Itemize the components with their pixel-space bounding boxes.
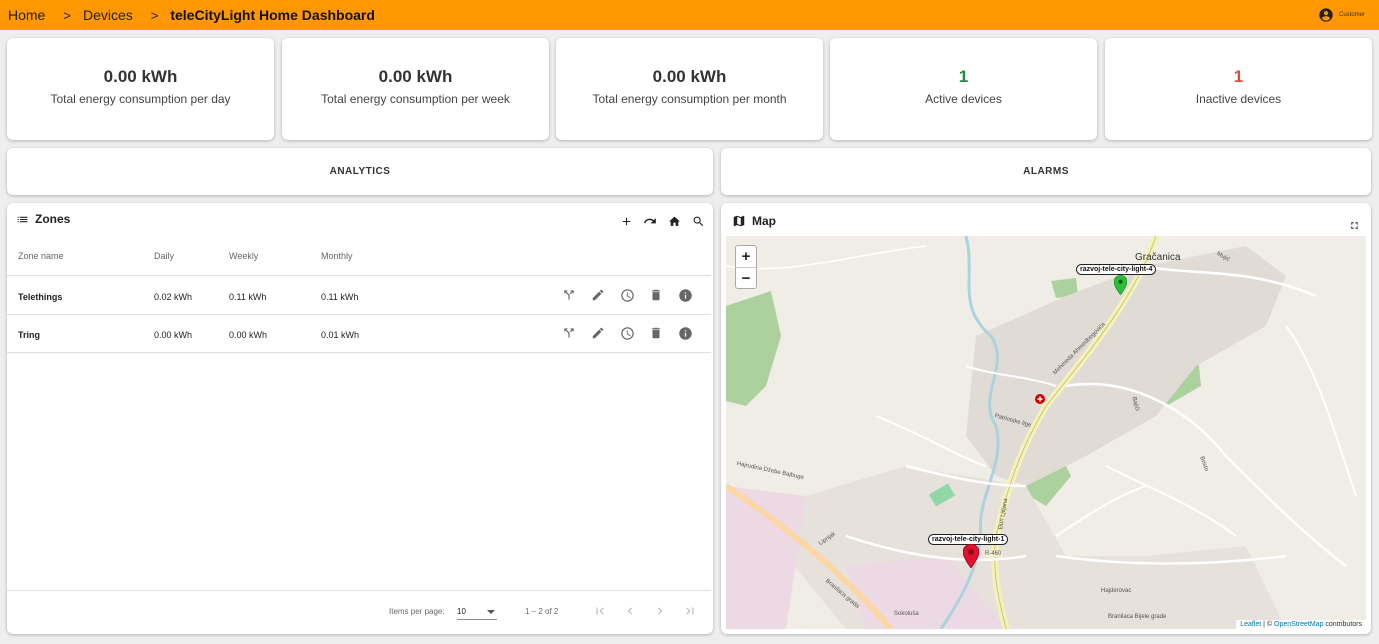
home-icon[interactable] bbox=[667, 214, 681, 228]
map-town-label: Gračanica bbox=[1135, 252, 1181, 263]
page-range: 1 – 2 of 2 bbox=[525, 607, 559, 616]
delete-icon[interactable] bbox=[648, 287, 664, 303]
zone-name: Tring bbox=[18, 330, 40, 340]
column-monthly[interactable]: Monthly bbox=[321, 251, 353, 261]
paginator: Items per page: 10 1 – 2 of 2 bbox=[7, 590, 711, 634]
delete-icon[interactable] bbox=[648, 325, 664, 341]
breadcrumb-separator: > bbox=[150, 7, 159, 23]
zone-daily: 0.02 kWh bbox=[154, 292, 193, 302]
page-title: teleCityLight Home Dashboard bbox=[170, 7, 375, 23]
map-canvas[interactable]: Gračanica R-460 Mehmeda Ahmedbegovića Ha… bbox=[726, 236, 1366, 629]
stat-card-energy-week: 0.00 kWh Total energy consumption per we… bbox=[282, 38, 549, 140]
user-menu[interactable]: Customer bbox=[1318, 7, 1365, 23]
breadcrumb-devices[interactable]: Devices bbox=[83, 7, 133, 23]
first-page-icon[interactable] bbox=[592, 603, 608, 619]
last-page-icon[interactable] bbox=[682, 603, 698, 619]
call-split-icon[interactable] bbox=[561, 325, 577, 341]
leaflet-link[interactable]: Leaflet bbox=[1240, 621, 1261, 628]
breadcrumb-home[interactable]: Home bbox=[8, 7, 45, 23]
info-icon[interactable] bbox=[677, 325, 693, 341]
stat-card-energy-month: 0.00 kWh Total energy consumption per mo… bbox=[556, 38, 823, 140]
edit-icon[interactable] bbox=[590, 287, 606, 303]
map-pin-icon[interactable] bbox=[963, 544, 979, 568]
stat-label: Total energy consumption per month bbox=[592, 91, 787, 106]
map-widget: Map Gračanica R-460 Mehmeda Ahmedbegović… bbox=[721, 203, 1371, 634]
alarms-button[interactable]: ALARMS bbox=[721, 148, 1371, 195]
stat-label: Total energy consumption per week bbox=[321, 91, 510, 106]
column-daily[interactable]: Daily bbox=[154, 251, 174, 261]
stat-value: 1 bbox=[958, 66, 969, 86]
stat-card-active-devices: 1 Active devices bbox=[830, 38, 1097, 140]
map-attribution: Leaflet | © OpenStreetMap contributors bbox=[1236, 620, 1366, 629]
previous-page-icon[interactable] bbox=[622, 603, 638, 619]
column-weekly[interactable]: Weekly bbox=[229, 251, 258, 261]
stat-value: 0.00 kWh bbox=[652, 66, 727, 86]
zone-weekly: 0.11 kWh bbox=[229, 292, 267, 302]
column-zone-name[interactable]: Zone name bbox=[18, 251, 64, 261]
map-road-label: R-460 bbox=[983, 551, 1004, 557]
row-actions bbox=[561, 287, 693, 303]
zone-name: Telethings bbox=[18, 292, 63, 302]
map-street-label: Sokoluša bbox=[894, 611, 919, 617]
osm-link[interactable]: OpenStreetMap bbox=[1274, 621, 1323, 628]
map-header: Map bbox=[732, 214, 776, 228]
stat-value: 0.00 kWh bbox=[378, 66, 453, 86]
chevron-down-icon bbox=[487, 610, 495, 614]
call-split-icon[interactable] bbox=[561, 287, 577, 303]
add-icon[interactable] bbox=[619, 214, 633, 228]
account-circle-icon bbox=[1319, 8, 1333, 22]
map-icon bbox=[733, 215, 745, 227]
table-row[interactable]: Telethings 0.02 kWh 0.11 kWh 0.11 kWh bbox=[7, 277, 711, 315]
stat-value: 0.00 kWh bbox=[103, 66, 178, 86]
stat-card-inactive-devices: 1 Inactive devices bbox=[1105, 38, 1372, 140]
breadcrumb-separator: > bbox=[63, 7, 71, 23]
items-per-page-value: 10 bbox=[457, 607, 466, 616]
map-street-label: Hajderovac bbox=[1101, 588, 1132, 594]
analytics-button[interactable]: ANALYTICS bbox=[7, 148, 713, 195]
zone-weekly: 0.00 kWh bbox=[229, 330, 268, 340]
stat-card-energy-day: 0.00 kWh Total energy consumption per da… bbox=[7, 38, 274, 140]
list-icon bbox=[17, 216, 28, 222]
edit-icon[interactable] bbox=[590, 325, 606, 341]
stat-label: Inactive devices bbox=[1195, 91, 1282, 106]
device-marker-label[interactable]: razvoj-tele-city-light-4 bbox=[1076, 264, 1157, 275]
zoom-out-button[interactable]: − bbox=[736, 267, 756, 288]
zones-header: Zones bbox=[16, 212, 70, 226]
fullscreen-icon[interactable] bbox=[1349, 218, 1360, 236]
attribution-separator: | © bbox=[1261, 621, 1275, 628]
stat-label: Total energy consumption per day bbox=[50, 91, 231, 106]
zones-title: Zones bbox=[35, 212, 71, 226]
schedule-icon[interactable] bbox=[619, 325, 635, 341]
stat-value: 1 bbox=[1233, 66, 1244, 86]
redo-icon[interactable] bbox=[643, 214, 657, 228]
zone-daily: 0.00 kWh bbox=[154, 330, 193, 340]
zone-monthly: 0.01 kWh bbox=[321, 330, 360, 340]
map-zoom-control: + − bbox=[735, 245, 757, 289]
map-pin-icon[interactable] bbox=[1114, 275, 1127, 295]
search-icon[interactable] bbox=[691, 214, 705, 228]
user-role: Customer bbox=[1338, 12, 1365, 18]
zoom-in-button[interactable]: + bbox=[736, 246, 756, 267]
map-street-label: Branilaca Bijele grade bbox=[1108, 614, 1167, 620]
page-navigation bbox=[592, 603, 698, 619]
items-per-page-select[interactable]: 10 bbox=[457, 604, 497, 620]
stat-label: Active devices bbox=[925, 91, 1002, 106]
info-icon[interactable] bbox=[677, 287, 693, 303]
row-actions bbox=[561, 325, 693, 341]
schedule-icon[interactable] bbox=[619, 287, 635, 303]
map-title: Map bbox=[752, 214, 776, 228]
table-row[interactable]: Tring 0.00 kWh 0.00 kWh 0.01 kWh bbox=[7, 315, 711, 353]
map-tiles bbox=[726, 236, 1366, 629]
items-per-page-label: Items per page: bbox=[389, 607, 445, 616]
top-bar: Home > Devices > teleCityLight Home Dash… bbox=[0, 0, 1379, 30]
zones-toolbar bbox=[619, 214, 705, 228]
zones-widget: Zones Zone name Daily Weekly Monthly Tel… bbox=[7, 203, 713, 634]
next-page-icon[interactable] bbox=[652, 603, 668, 619]
zone-monthly: 0.11 kWh bbox=[321, 292, 359, 302]
table-header: Zone name Daily Weekly Monthly bbox=[7, 243, 711, 276]
attribution-suffix: contributors bbox=[1323, 621, 1362, 628]
